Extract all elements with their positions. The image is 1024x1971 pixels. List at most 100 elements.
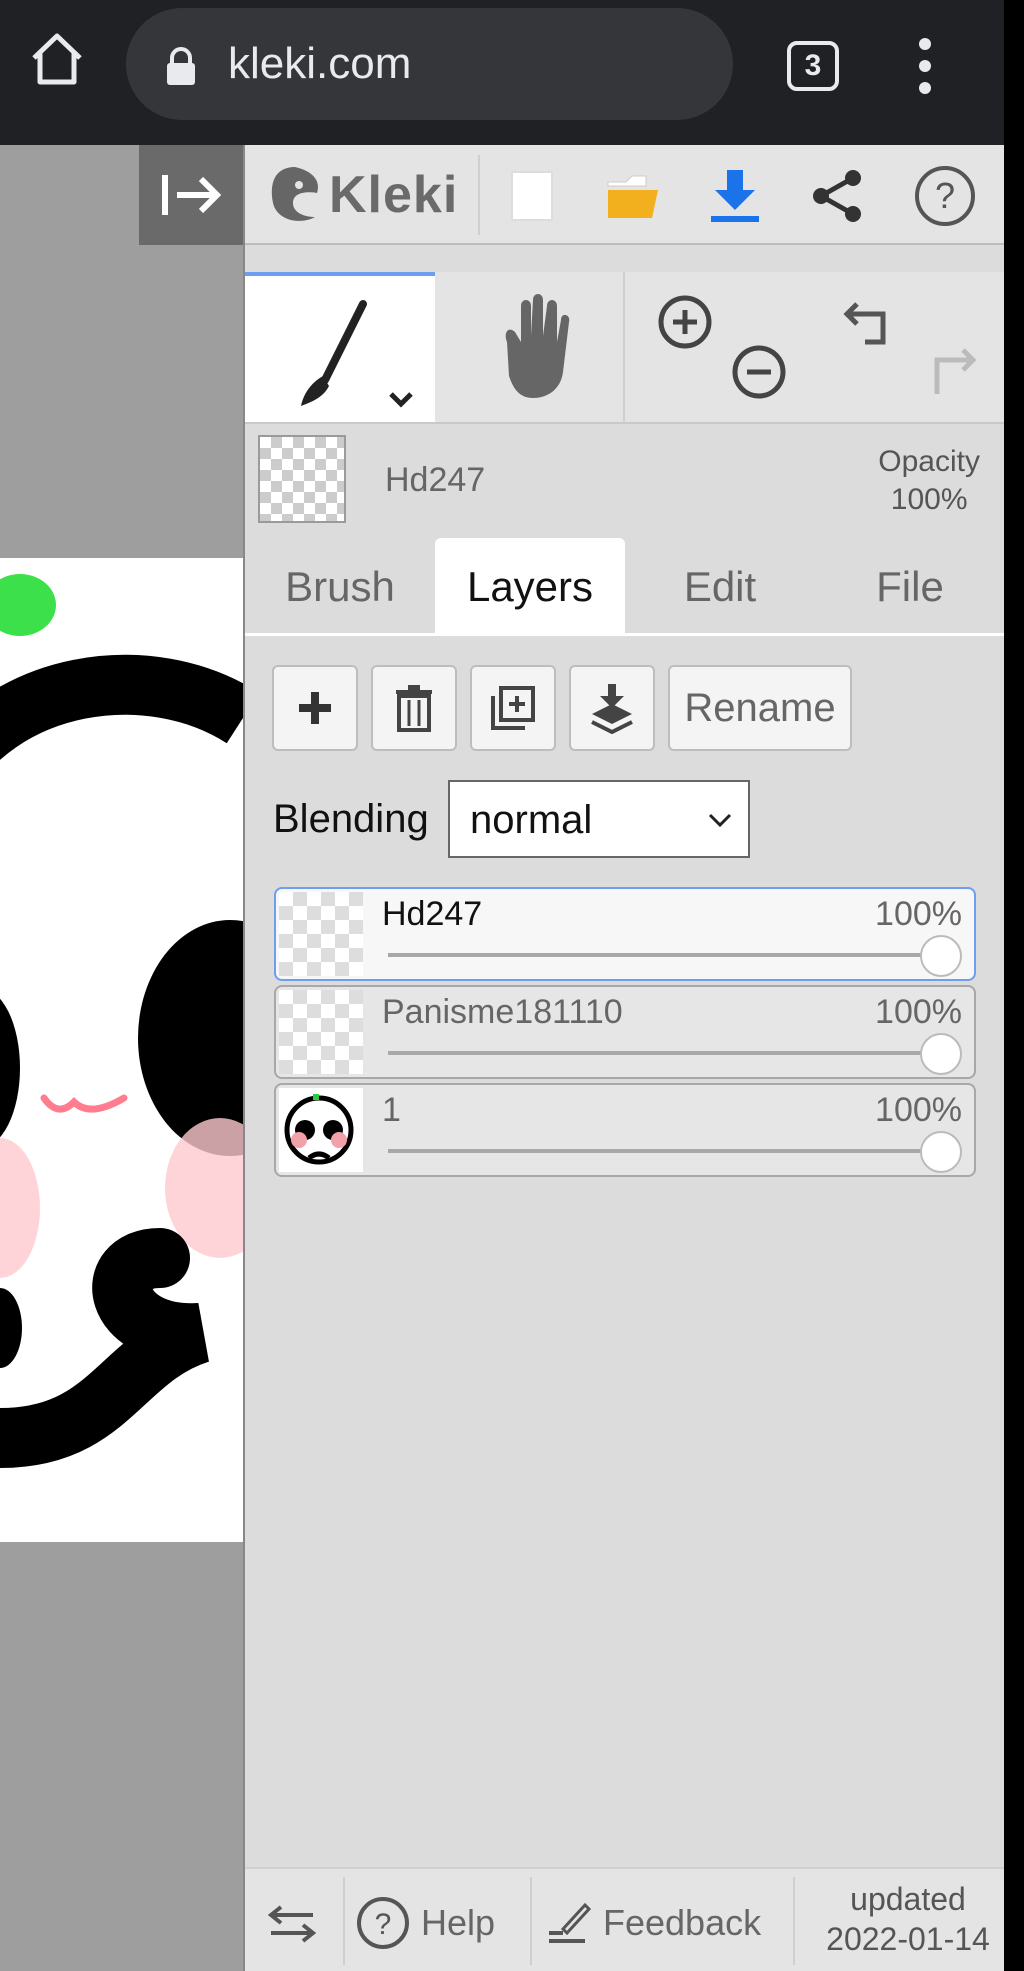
help-label: Help [421,1902,496,1943]
open-file-button[interactable] [599,161,669,231]
opacity-value: 100% [890,483,968,516]
drawing-canvas[interactable] [0,558,243,1542]
kebab-menu-icon[interactable] [910,36,940,96]
panda-thumbnail-image [284,1094,354,1165]
tab-switcher-button[interactable]: 3 [787,41,839,91]
delete-layer-button[interactable] [371,665,457,751]
blending-label: Blending [273,797,429,841]
address-bar[interactable]: kleki.com [126,8,733,120]
layer-opacity-slider[interactable] [388,1051,928,1055]
merge-down-icon [591,684,633,734]
help-circle-icon: ? [357,1897,409,1949]
zoom-out-icon[interactable] [729,342,789,402]
opacity-title: Opacity [878,445,980,478]
home-icon[interactable] [28,30,86,88]
redo-icon[interactable] [917,342,977,402]
layer-thumbnail [279,1088,363,1172]
layer-thumbnail [279,892,363,976]
current-layer-name: Hd247 [385,461,486,499]
download-button[interactable] [700,161,770,231]
divider [478,155,480,235]
download-icon [711,170,759,222]
layer-row[interactable]: 1 100% [274,1083,976,1177]
help-button[interactable]: ? [910,161,980,231]
brush-tool-button[interactable] [245,272,435,422]
feedback-link[interactable]: Feedback [545,1893,761,1953]
divider [793,1877,795,1965]
open-folder-icon [607,175,658,218]
collapse-panel-icon [162,175,222,215]
help-link[interactable]: ? Help [355,1893,495,1953]
hand-icon [505,294,570,398]
layer-opacity-knob[interactable] [920,1131,962,1173]
svg-text:?: ? [935,175,955,216]
layer-actions: Rename [245,665,1006,755]
tab-edit[interactable]: Edit [625,538,815,636]
brush-icon [301,300,413,408]
plus-icon [299,692,331,724]
svg-text:?: ? [375,1908,392,1941]
merge-down-button[interactable] [569,665,655,751]
undo-icon[interactable] [843,296,903,356]
layer-thumbnail [279,990,363,1074]
tool-row [245,272,1006,422]
layer-opacity: 100% [875,993,962,1031]
add-layer-button[interactable] [272,665,358,751]
share-icon [813,170,861,222]
rename-layer-button[interactable]: Rename [668,665,852,751]
layer-opacity-slider[interactable] [388,953,928,957]
layer-opacity-knob[interactable] [920,935,962,977]
new-image-icon [511,171,553,221]
layer-name: Hd247 [382,895,483,933]
feedback-label: Feedback [603,1902,762,1943]
kleki-logo-icon [271,167,319,221]
divider [245,422,1006,424]
lock-icon [164,46,198,86]
layer-opacity-slider[interactable] [388,1149,928,1153]
help-circle-icon: ? [915,166,975,226]
zoom-in-icon[interactable] [655,292,715,352]
layer-row[interactable]: Hd247 100% [274,887,976,981]
logo-text: Kleki [329,166,459,224]
url-text: kleki.com [228,39,412,88]
share-button[interactable] [802,161,872,231]
divider [343,1877,345,1965]
layer-opacity: 100% [875,895,962,933]
kleki-logo[interactable]: Kleki [265,159,458,231]
updated-line2: 2022-01-14 [826,1921,990,1957]
hand-tool-button[interactable] [437,272,627,422]
brush-info-bar: Hd247 Opacity 100% [245,425,1006,530]
canvas-area[interactable] [0,145,243,1971]
divider [530,1877,532,1965]
panel-footer: ? Help Feedback updated 2022-01-14 [245,1867,1006,1971]
chevron-down-icon [389,392,413,408]
layer-row[interactable]: Panisme181110 100% [274,985,976,1079]
duplicate-icon [491,686,535,730]
screen-edge [1004,0,1024,1971]
tool-panel: Kleki ? Hd247 Opacity 100% Brush Layers … [243,145,1006,1971]
blending-value: normal [470,798,593,842]
duplicate-layer-button[interactable] [470,665,556,751]
feedback-icon [549,1902,592,1943]
layer-opacity-knob[interactable] [920,1033,962,1075]
layer-name: Panisme181110 [382,993,623,1031]
layer-opacity: 100% [875,1091,962,1129]
updated-line1: updated [850,1881,966,1917]
trash-icon [396,685,432,732]
chevron-down-icon [708,813,732,828]
new-image-button[interactable] [497,161,567,231]
app-topbar: Kleki ? [245,145,1006,245]
blending-select[interactable]: normal [448,780,750,858]
layer-name: 1 [382,1091,401,1129]
opacity-readout: Opacity 100% [878,443,980,519]
color-swatch[interactable] [258,435,346,523]
tab-brush[interactable]: Brush [245,538,435,636]
swap-icon[interactable] [267,1899,317,1949]
panel-tabs: Brush Layers Edit File [245,538,1006,636]
browser-toolbar: kleki.com 3 [0,0,1004,145]
divider [623,272,625,422]
tab-file[interactable]: File [815,538,1005,636]
tab-layers[interactable]: Layers [435,538,625,636]
collapse-panel-button[interactable] [139,145,243,245]
updated-date: updated 2022-01-14 [815,1879,1001,1959]
